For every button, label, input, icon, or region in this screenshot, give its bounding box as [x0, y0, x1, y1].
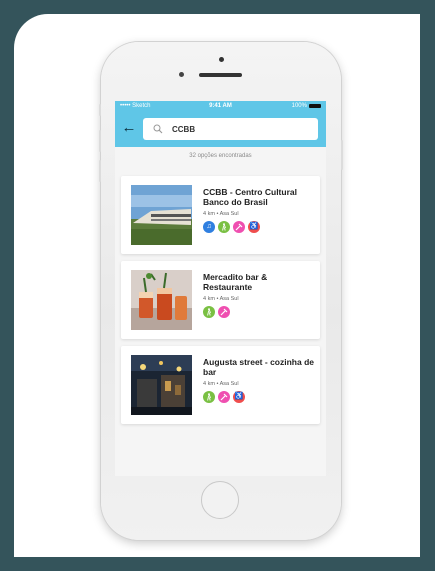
home-button[interactable]	[201, 481, 239, 519]
search-query: CCBB	[172, 124, 196, 134]
status-bar: ••••• Sketch 9:41 AM 100%	[115, 101, 326, 111]
search-icon	[153, 124, 163, 134]
venue-photo-mercadito	[131, 270, 192, 330]
pin-icon	[218, 306, 230, 318]
pin-icon	[233, 221, 245, 233]
phone-front-sensor	[179, 72, 184, 77]
venue-meta: 4 km • Asa Sul	[203, 381, 239, 387]
accessibility-icon: ♿	[248, 221, 260, 233]
pin-icon	[218, 391, 230, 403]
venue-photo-augusta	[131, 355, 192, 415]
venue-tags: ♫ ♿	[203, 221, 260, 233]
phone-speaker	[199, 73, 242, 77]
phone-side-button	[99, 104, 101, 116]
walking-icon	[203, 306, 215, 318]
accessibility-icon: ♿	[233, 391, 245, 403]
result-card-augusta[interactable]: Augusta street - cozinha de bar 4 km • A…	[121, 346, 320, 424]
battery-label: 100%	[291, 103, 307, 109]
venue-title: Mercadito bar & Restaurante	[203, 272, 268, 292]
venue-tags: ♿	[203, 391, 245, 403]
battery-indicator: 100%	[261, 103, 321, 109]
venue-meta: 4 km • Asa Sul	[203, 296, 239, 302]
venue-title: Augusta street - cozinha de bar	[203, 357, 314, 377]
result-card-ccbb[interactable]: CCBB - Centro Cultural Banco do Brasil 4…	[121, 176, 320, 254]
battery-icon	[308, 104, 321, 108]
venue-photo-ccbb	[131, 185, 192, 245]
venue-meta: 4 km • Asa Sul	[203, 211, 239, 217]
venue-tags	[203, 306, 230, 318]
phone-screen: ••••• Sketch 9:41 AM 100% ← CCBB 32 opçõ…	[115, 101, 326, 476]
phone-camera	[219, 57, 224, 62]
music-icon: ♫	[203, 221, 215, 233]
search-header: ← CCBB	[115, 111, 326, 147]
results-count: 32 opções encontradas	[189, 153, 252, 159]
walking-icon	[218, 221, 230, 233]
carrier-label: ••••• Sketch	[120, 103, 151, 109]
back-arrow-icon[interactable]: ←	[121, 120, 137, 136]
walking-icon	[203, 391, 215, 403]
phone-volume-down	[99, 160, 101, 182]
clock: 9:41 AM	[209, 103, 232, 109]
result-card-mercadito[interactable]: Mercadito bar & Restaurante 4 km • Asa S…	[121, 261, 320, 339]
phone-power-button	[341, 140, 343, 170]
venue-title: CCBB - Centro Cultural Banco do Brasil	[203, 187, 297, 207]
search-input[interactable]: CCBB	[143, 118, 318, 140]
phone-volume-up	[99, 130, 101, 152]
